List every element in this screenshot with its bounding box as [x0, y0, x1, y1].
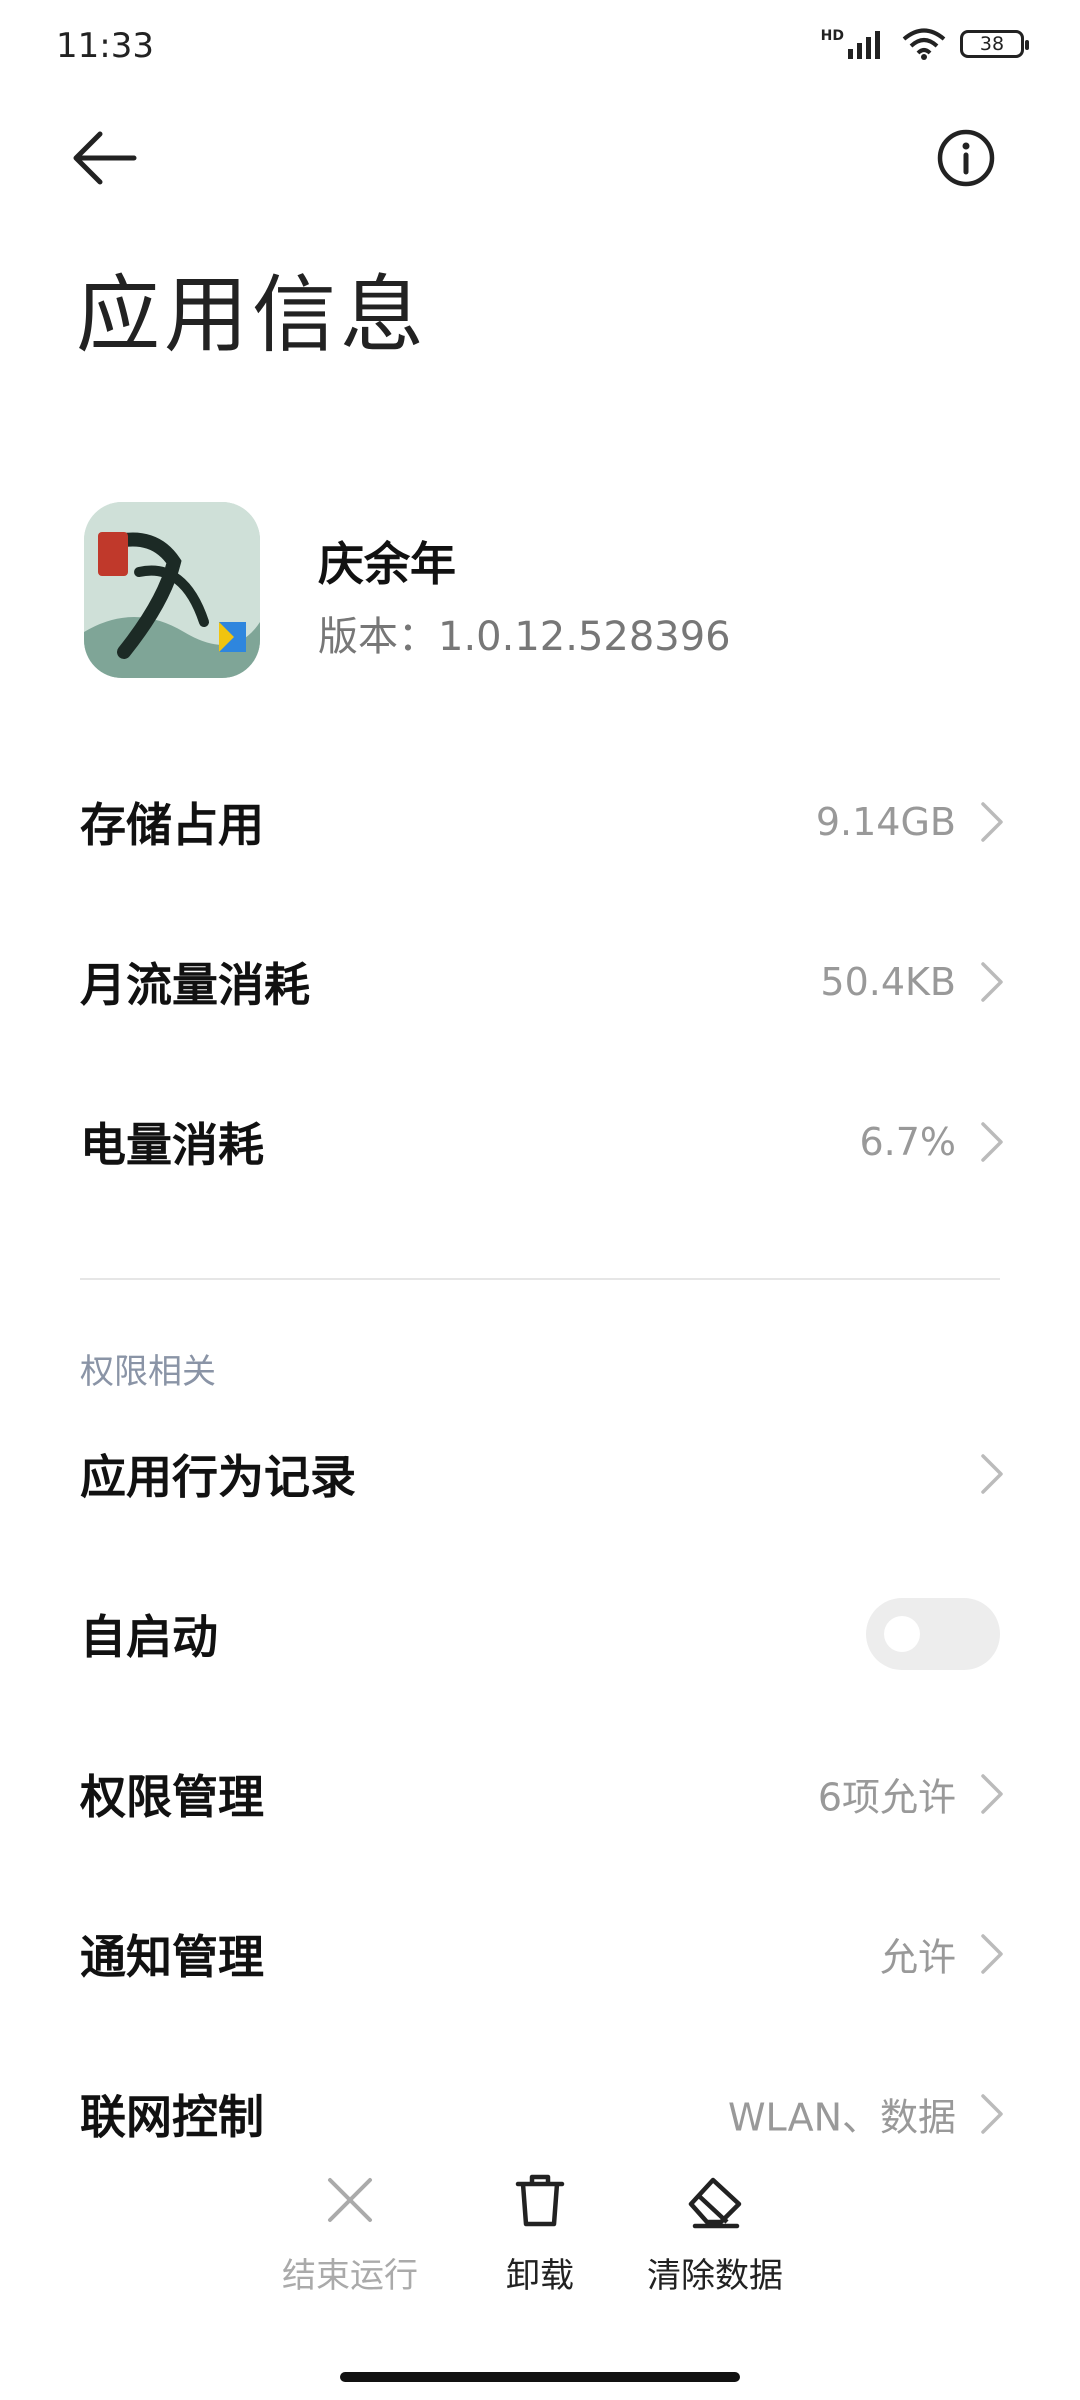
row-label: 自启动 [80, 1610, 218, 1664]
row-value: 允许 [879, 1935, 956, 1980]
toggle-knob [884, 1616, 920, 1652]
row-label: 月流量消耗 [80, 958, 310, 1012]
row-value: 6.7% [859, 1120, 956, 1164]
page-title: 应用信息 [76, 266, 429, 364]
home-indicator[interactable] [340, 2372, 740, 2382]
info-button[interactable] [934, 126, 1030, 222]
eraser-icon [688, 2177, 742, 2229]
row-value: 50.4KB [820, 960, 956, 1004]
clear-data-button[interactable]: 清除数据 [620, 2170, 810, 2297]
row-label: 存储占用 [80, 798, 264, 852]
back-button[interactable] [62, 118, 152, 208]
chevron-right-icon [981, 962, 1003, 1002]
trash-icon [515, 2174, 565, 2227]
chevron-right-icon [981, 802, 1003, 842]
divider [80, 1278, 1000, 1280]
chevron-right-icon [981, 1934, 1003, 1974]
row-label: 电量消耗 [80, 1118, 264, 1172]
autostart-toggle[interactable] [866, 1598, 1000, 1670]
notification-management-row[interactable]: 通知管理 允许 [0, 1874, 1080, 2034]
close-icon [328, 2178, 372, 2222]
chevron-right-icon [981, 2094, 1003, 2134]
app-name: 庆余年 [318, 537, 456, 591]
row-label: 通知管理 [80, 1930, 264, 1984]
app-behavior-row[interactable]: 应用行为记录 [0, 1394, 1080, 1554]
signal-icon [848, 31, 880, 59]
wifi-icon [902, 28, 946, 60]
app-icon [84, 502, 260, 678]
battery-icon: 38 [960, 30, 1029, 58]
storage-row[interactable]: 存储占用 9.14GB [0, 742, 1080, 902]
autostart-row: 自启动 [0, 1554, 1080, 1714]
action-label: 清除数据 [647, 2256, 783, 2296]
action-label: 卸载 [506, 2256, 574, 2296]
status-icons: HD 38 [820, 28, 1029, 60]
row-label: 联网控制 [80, 2090, 264, 2144]
arrow-left-icon [73, 131, 137, 185]
data-usage-row[interactable]: 月流量消耗 50.4KB [0, 902, 1080, 1062]
info-icon [937, 129, 995, 187]
bottom-action-bar: 结束运行 卸载 清除数据 [0, 2170, 1080, 2340]
row-value: 6项允许 [817, 1775, 956, 1820]
status-time: 11:33 [56, 26, 154, 66]
chevron-right-icon [981, 1774, 1003, 1814]
row-label: 应用行为记录 [80, 1450, 356, 1504]
battery-usage-row[interactable]: 电量消耗 6.7% [0, 1062, 1080, 1222]
row-label: 权限管理 [80, 1770, 264, 1824]
row-value: 9.14GB [815, 800, 956, 844]
section-header: 权限相关 [80, 1352, 216, 1392]
permission-management-row[interactable]: 权限管理 6项允许 [0, 1714, 1080, 1874]
uninstall-button[interactable]: 卸载 [445, 2170, 635, 2297]
network-label: HD [820, 28, 844, 44]
row-value: WLAN、数据 [727, 2095, 956, 2140]
action-label: 结束运行 [282, 2256, 418, 2296]
app-version: 版本：1.0.12.528396 [318, 614, 731, 660]
chevron-right-icon [981, 1454, 1003, 1494]
force-stop-button[interactable]: 结束运行 [255, 2170, 445, 2297]
chevron-right-icon [981, 1122, 1003, 1162]
